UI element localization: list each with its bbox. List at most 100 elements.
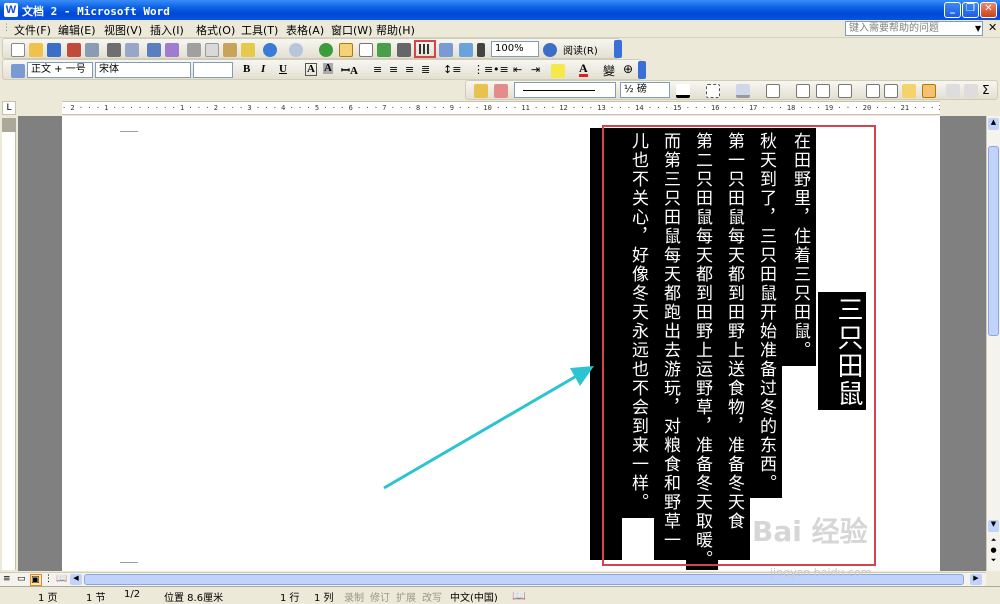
document-map-icon[interactable] [459,43,473,57]
toolbar-options-icon[interactable] [614,40,622,58]
borders-icon[interactable] [706,84,720,98]
draw-table-icon[interactable] [474,84,488,98]
spelling-status-icon[interactable]: 📖 [512,589,526,602]
distribute-columns-icon[interactable] [884,84,898,98]
underline-icon[interactable]: U [279,63,287,75]
align-right-icon[interactable]: ≡ [405,63,414,76]
decrease-indent-icon[interactable]: ⇤ [513,63,522,76]
vertical-scroll-thumb[interactable] [988,146,999,336]
help-icon[interactable] [543,43,557,57]
redo-icon[interactable] [289,43,303,57]
columns-icon[interactable] [397,43,411,57]
status-extend[interactable]: 扩展 [396,589,416,604]
next-page-icon[interactable]: ⏷ [988,556,999,566]
line-spacing-icon[interactable]: ↕≡ [443,63,461,76]
bullets-icon[interactable]: •≡ [493,63,509,76]
close-button[interactable]: ✕ [980,2,997,18]
maximize-button[interactable]: ❐ [962,2,979,18]
justify-icon[interactable]: ≣ [421,63,430,76]
scroll-up-icon[interactable]: ▲ [988,118,999,130]
menu-format[interactable]: 格式(O) [196,22,235,38]
help-search-input[interactable]: 键入需要帮助的问题 [845,21,983,36]
sort-descending-icon[interactable] [964,84,978,98]
insert-table-icon[interactable] [359,43,373,57]
zoom-select[interactable]: 100% [491,41,539,57]
print-preview-icon[interactable] [125,43,139,57]
undo-icon[interactable] [263,43,277,57]
scroll-down-icon[interactable]: ▼ [988,520,999,532]
menu-window[interactable]: 窗口(W) [331,22,372,38]
format-painter-icon[interactable] [241,43,255,57]
phonetic-guide-icon[interactable]: 變 [603,62,615,79]
split-cells-icon[interactable] [816,84,830,98]
tab-selector-icon[interactable]: L [2,101,16,115]
normal-view-icon[interactable]: ≡ [3,574,15,586]
drawing-icon[interactable] [439,43,453,57]
show-hide-icon[interactable] [477,43,485,57]
highlight-icon[interactable] [551,64,565,78]
save-icon[interactable] [47,43,61,57]
char-scale-icon[interactable]: ꟷA [341,63,358,78]
line-style-select[interactable] [514,82,616,98]
numbering-icon[interactable]: ⋮≡ [473,63,493,76]
cut-icon[interactable] [187,43,201,57]
vertical-ruler[interactable] [2,118,16,570]
print-icon[interactable] [107,43,121,57]
char-shading-icon[interactable]: A [323,63,333,74]
styles-pane-icon[interactable] [11,64,25,78]
reading-view-icon[interactable]: 📖 [56,574,68,586]
menu-tools[interactable]: 工具(T) [241,22,278,38]
font-select[interactable]: 宋体 [95,62,191,78]
sort-ascending-icon[interactable] [946,84,960,98]
line-weight-select[interactable]: ½ 磅 [620,82,670,98]
hyperlink-icon[interactable] [319,43,333,57]
text-direction-button[interactable] [414,40,436,58]
print-layout-view-icon[interactable]: ▣ [30,574,42,586]
text-direction-table-icon[interactable] [922,84,936,98]
outline-view-icon[interactable]: ⋮ [44,574,56,586]
autosum-icon[interactable]: Σ [982,83,990,97]
menu-view[interactable]: 视图(V) [104,22,142,38]
italic-icon[interactable]: I [261,63,265,75]
help-dropdown-icon[interactable]: ▼ [975,24,981,33]
permission-icon[interactable] [67,43,81,57]
align-center-icon[interactable]: ≡ [389,63,398,76]
font-color-icon[interactable]: A [579,62,588,77]
horizontal-ruler[interactable]: · 2 · · · 1 · · · · · · · · 1 · · · 2 · … [62,101,940,115]
eraser-icon[interactable] [494,84,508,98]
bold-icon[interactable]: B [243,63,250,75]
spelling-icon[interactable] [147,43,161,57]
border-color-icon[interactable] [676,84,690,98]
shading-icon[interactable] [736,84,750,98]
enclose-char-icon[interactable]: ⊕ [623,62,633,76]
new-document-icon[interactable] [11,43,25,57]
tables-borders-icon[interactable] [339,43,353,57]
read-mode-button[interactable]: 阅读(R) [563,42,598,57]
align-cells-icon[interactable] [838,84,852,98]
email-icon[interactable] [85,43,99,57]
status-record[interactable]: 录制 [344,589,364,604]
scroll-left-icon[interactable]: ◀ [70,574,82,585]
insert-table-menu-icon[interactable] [766,84,780,98]
open-folder-icon[interactable] [29,43,43,57]
format-toolbar-options-icon[interactable] [638,61,646,79]
merge-cells-icon[interactable] [796,84,810,98]
copy-icon[interactable] [205,43,219,57]
menu-edit[interactable]: 编辑(E) [58,22,96,38]
word-app-icon[interactable]: W [4,3,18,17]
minimize-button[interactable]: _ [944,2,961,18]
style-select[interactable]: 正文 + 一号 [27,62,93,78]
menu-help[interactable]: 帮助(H) [376,22,415,38]
menu-table[interactable]: 表格(A) [286,22,324,38]
scroll-right-icon[interactable]: ▶ [970,574,982,585]
insert-excel-icon[interactable] [377,43,391,57]
char-border-icon[interactable]: A [305,63,317,76]
research-icon[interactable] [165,43,179,57]
previous-page-icon[interactable]: ⏶ [988,536,999,546]
browse-object-icon[interactable]: ● [988,546,999,556]
paste-icon[interactable] [223,43,237,57]
increase-indent-icon[interactable]: ⇥ [531,63,540,76]
status-track[interactable]: 修订 [370,589,390,604]
web-view-icon[interactable]: ▭ [17,574,29,586]
menu-file[interactable]: 文件(F) [14,22,51,38]
